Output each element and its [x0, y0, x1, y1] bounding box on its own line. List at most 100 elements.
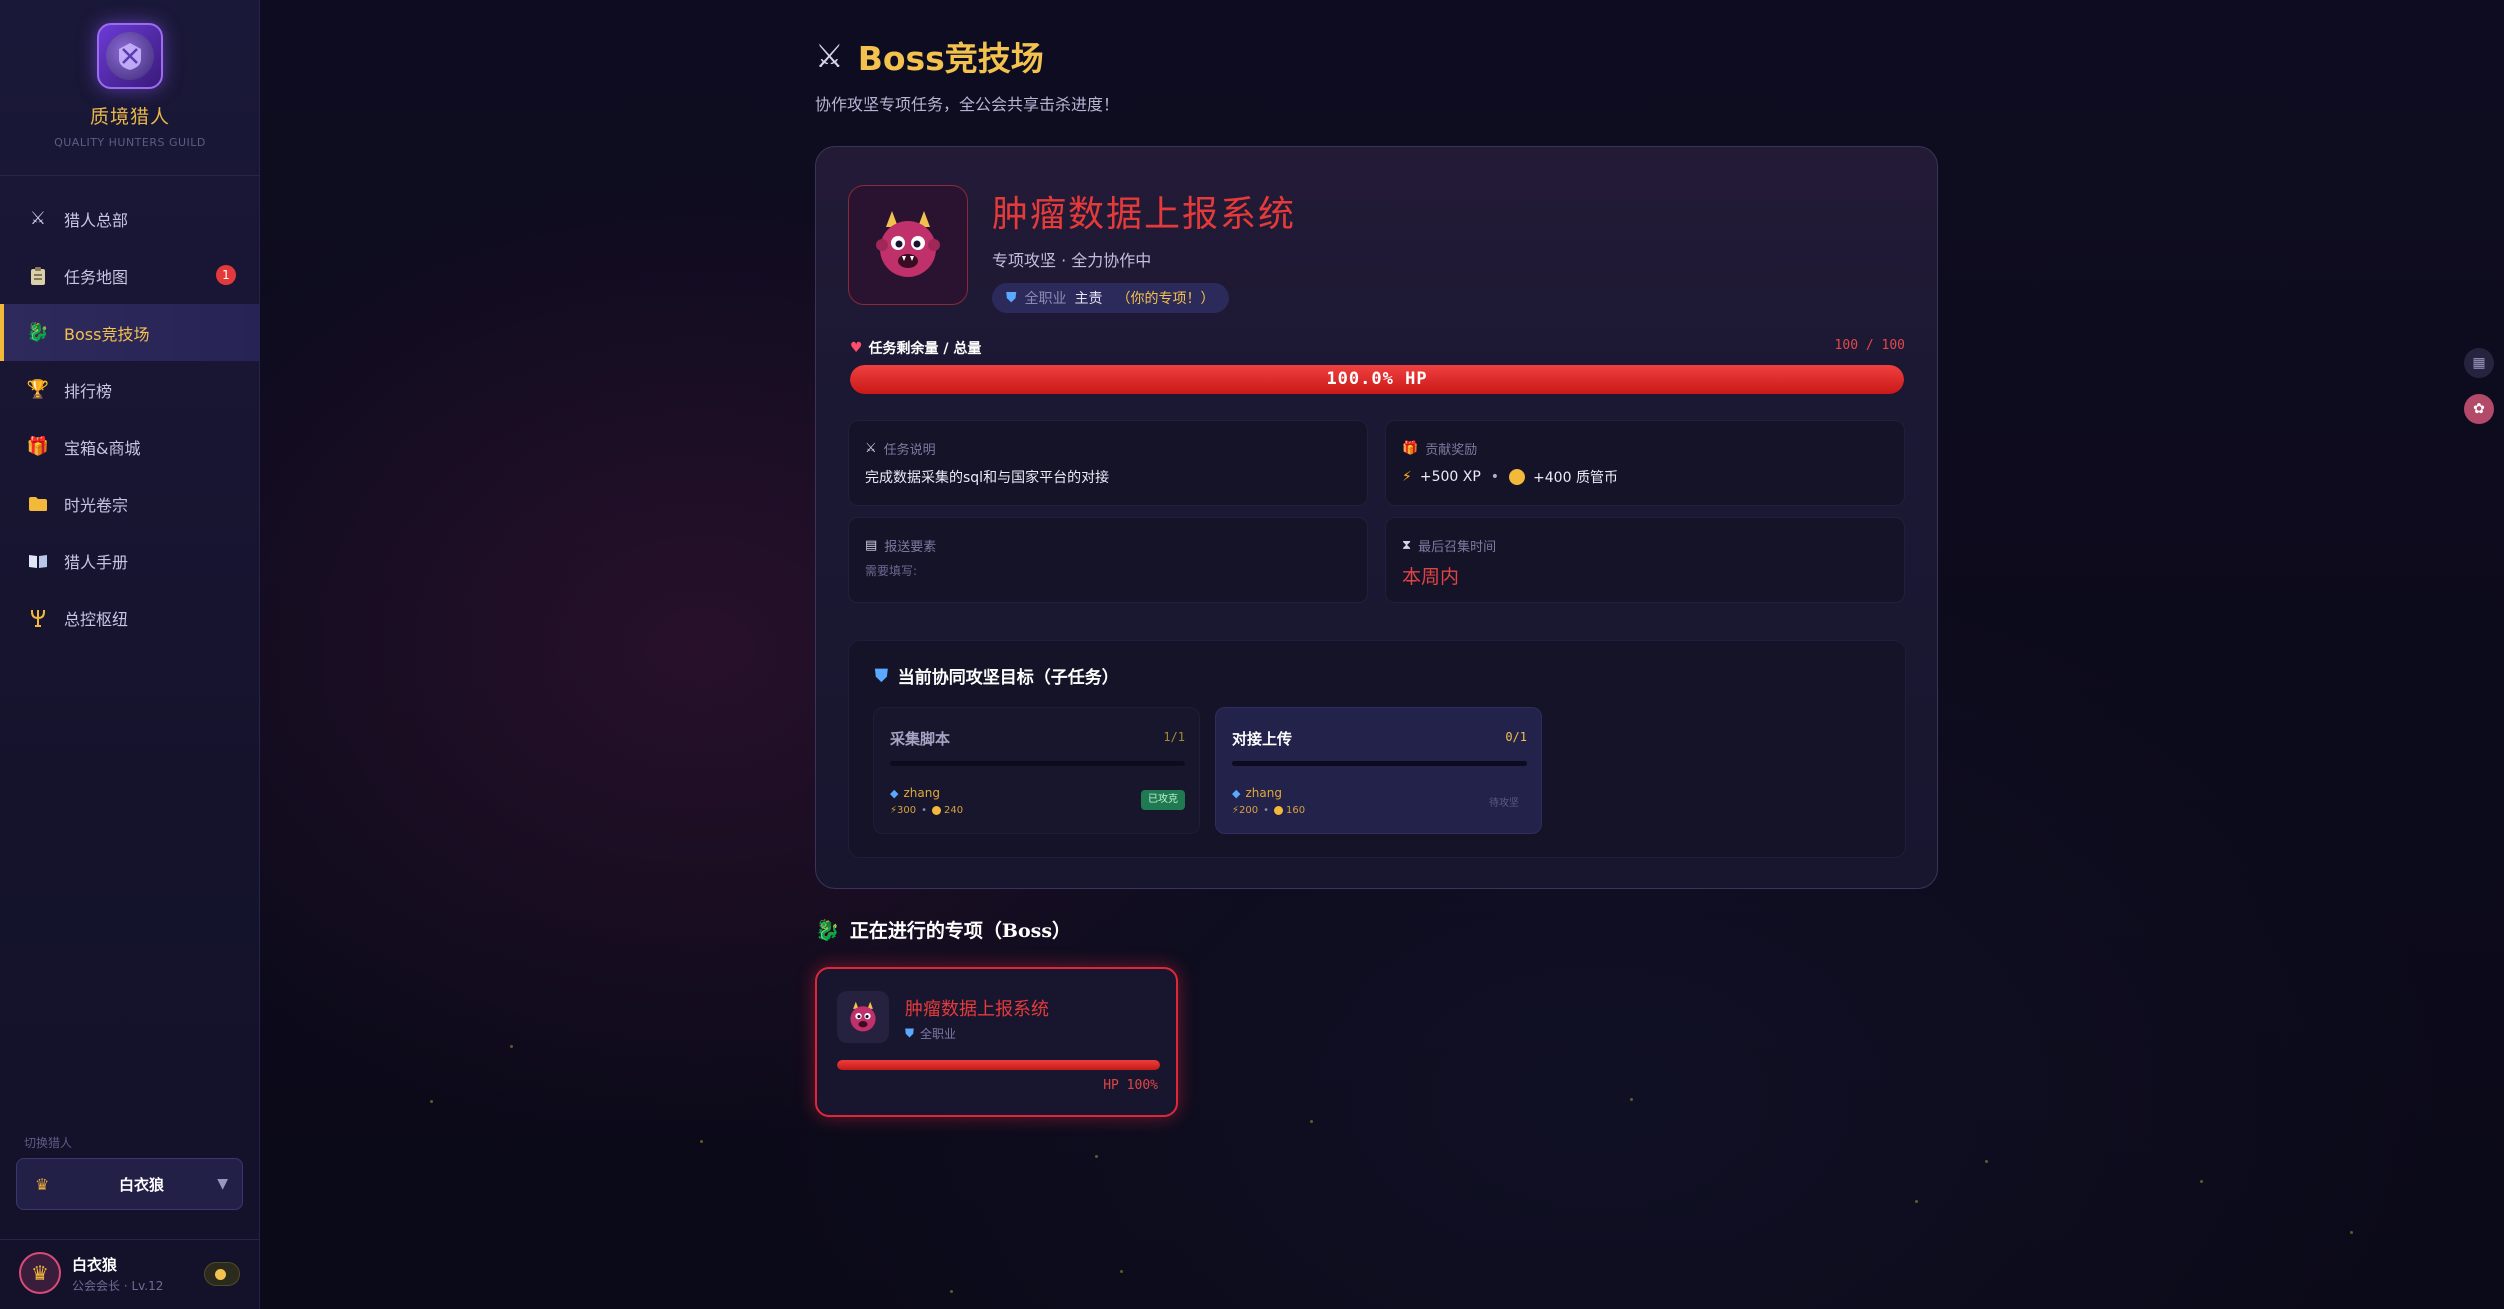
report-elements-value: 需要填写:: [865, 564, 918, 578]
boss-card-hp-text: HP 100%: [1103, 1078, 1158, 1093]
sidebar-item-label: 时光卷宗: [64, 495, 129, 515]
boss-mini-avatar: [837, 991, 889, 1043]
star: [1095, 1155, 1098, 1158]
boss-card-hp-bar: [837, 1060, 1160, 1070]
notification-badge: 1: [216, 265, 236, 285]
assistant-icon[interactable]: ✿: [2464, 394, 2494, 424]
sidebar: 质境猎人 QUALITY HUNTERS GUILD ⚔ 猎人总部 任务地图 1…: [0, 0, 260, 1309]
report-elements-card: ▤ 报送要素 需要填写:: [848, 517, 1368, 603]
reward-xp: +500 XP: [1419, 469, 1481, 485]
star: [2350, 1231, 2353, 1234]
star: [1120, 1270, 1123, 1273]
star: [430, 1100, 433, 1103]
status-label: 待攻坚: [1489, 798, 1519, 809]
boss-card-hp-fill: [837, 1060, 1160, 1070]
subtasks-section: ⛊ 当前协同攻坚目标（子任务） 采集脚本 1/1 ◆ zhang ⚡ 300 •…: [848, 640, 1906, 858]
dragon-icon: 🐉: [815, 917, 840, 942]
subtask-points: ⚡ 200 • 160: [1232, 805, 1305, 816]
clipboard-icon: ▤: [865, 538, 878, 553]
lightning-icon: ⚡: [1402, 469, 1412, 485]
theme-toggle[interactable]: [204, 1262, 240, 1286]
sidebar-item-boss-arena[interactable]: 🐉 Boss竞技场: [0, 304, 260, 361]
avatar[interactable]: ♛: [19, 1252, 61, 1294]
deadline-label: ⧗ 最后召集时间: [1402, 536, 1496, 555]
subtask-coin: 160: [1286, 805, 1306, 816]
owner-name: zhang: [1245, 786, 1282, 800]
boss-class-tag: ⛊ 全职业 主责 （你的专项！）: [992, 283, 1229, 313]
book-icon: [26, 549, 50, 573]
switch-hunter-select[interactable]: ♛ 白衣狼 ▼: [16, 1158, 243, 1210]
shield-icon: ⛊: [1006, 290, 1017, 306]
deadline-card: ⧗ 最后召集时间 本周内: [1385, 517, 1905, 603]
subtasks-title-text: 当前协同攻坚目标（子任务）: [897, 668, 1119, 688]
user-role: 公会会长 · Lv.12: [72, 1279, 164, 1293]
subtask-card[interactable]: 对接上传 0/1 ◆ zhang ⚡ 200 • 160 待攻坚: [1215, 707, 1542, 834]
task-description-value: 完成数据采集的sql和与国家平台的对接: [865, 470, 1110, 486]
label-text: 任务说明: [883, 443, 936, 458]
grid-icon[interactable]: ▦: [2464, 348, 2494, 378]
reward-card: 🎁 贡献奖励 ⚡ +500 XP • +400 质管币: [1385, 420, 1905, 506]
star: [1630, 1098, 1633, 1101]
label-text: 最后召集时间: [1418, 540, 1497, 555]
sidebar-item-leaderboard[interactable]: 🏆 排行榜: [0, 361, 260, 418]
boss-card[interactable]: 肿瘤数据上报系统 ⛊ 全职业 HP 100%: [815, 967, 1178, 1117]
sidebar-item-label: 宝箱&商城: [64, 438, 141, 458]
star: [950, 1290, 953, 1293]
reward-value: ⚡ +500 XP • +400 质管币: [1402, 467, 1618, 487]
shield-icon: ⛊: [905, 1026, 915, 1040]
label-text: 报送要素: [884, 540, 937, 555]
boss-panel: 肿瘤数据上报系统 专项攻坚 · 全力协作中 ⛊ 全职业 主责 （你的专项！） ♥…: [815, 146, 1938, 889]
task-description-label: ⚔ 任务说明: [865, 439, 936, 458]
boss-yours-label: （你的专项！）: [1116, 291, 1215, 307]
sidebar-item-label: Boss竞技场: [64, 324, 150, 344]
subtask-xp: 300: [897, 805, 917, 816]
subtask-points: ⚡ 300 • 240: [890, 805, 963, 816]
sidebar-item-label: 总控枢纽: [64, 609, 129, 629]
folder-icon: [26, 492, 50, 516]
guild-logo[interactable]: [97, 23, 163, 89]
sidebar-item-handbook[interactable]: 猎人手册: [0, 532, 260, 589]
task-description-card: ⚔ 任务说明 完成数据采集的sql和与国家平台的对接: [848, 420, 1368, 506]
ongoing-title: 正在进行的专项（Boss）: [849, 920, 1072, 942]
sidebar-item-task-map[interactable]: 任务地图 1: [0, 247, 260, 304]
dragon-icon: 🐉: [26, 322, 50, 343]
guild-subtitle: QUALITY HUNTERS GUILD: [54, 136, 206, 149]
sidebar-item-label: 排行榜: [64, 381, 113, 401]
star: [510, 1045, 513, 1048]
subtask-card[interactable]: 采集脚本 1/1 ◆ zhang ⚡ 300 • 240 已攻克: [873, 707, 1200, 834]
sidebar-item-label: 猎人手册: [64, 552, 129, 572]
boss-meta: 专项攻坚 · 全力协作中: [992, 251, 1152, 270]
ongoing-section-title: 🐉 正在进行的专项（Boss）: [815, 916, 1071, 943]
guild-emblem-icon: [106, 32, 154, 80]
gift-icon: 🎁: [26, 436, 50, 457]
owner-name: zhang: [903, 786, 940, 800]
gem-icon: ◆: [1232, 786, 1241, 800]
deadline-value: 本周内: [1402, 566, 1460, 588]
subtask-count: 0/1: [1505, 730, 1527, 744]
hourglass-icon: ⧗: [1402, 538, 1412, 553]
page-title: Boss竞技场: [857, 39, 1044, 78]
star: [1310, 1120, 1313, 1123]
boss-card-class-text: 全职业: [920, 1027, 957, 1041]
heart-icon: ♥: [850, 340, 863, 356]
coin-icon: [932, 806, 942, 815]
boss-name: 肿瘤数据上报系统: [992, 194, 1297, 235]
chevron-down-icon: ▼: [217, 1176, 228, 1192]
sidebar-item-shop[interactable]: 🎁 宝箱&商城: [0, 418, 260, 475]
separator: •: [1263, 805, 1270, 816]
sidebar-item-label: 猎人总部: [64, 210, 129, 230]
sidebar-item-archive[interactable]: 时光卷宗: [0, 475, 260, 532]
hp-bar: 100.0% HP: [850, 365, 1904, 394]
separator: •: [921, 805, 928, 816]
guild-name: 质境猎人: [89, 106, 170, 128]
subtask-name: 采集脚本: [890, 730, 951, 748]
separator: •: [1490, 469, 1500, 485]
shield-icon: ⛊: [875, 665, 888, 686]
monster-icon: [876, 211, 940, 277]
lightning-icon: ⚡: [1232, 805, 1240, 816]
subtask-progress-bar: [890, 761, 1185, 766]
crossed-swords-icon: ⚔: [29, 208, 47, 229]
sidebar-item-hq[interactable]: ⚔ 猎人总部: [0, 190, 260, 247]
sidebar-item-control-hub[interactable]: 总控枢纽: [0, 589, 260, 646]
crossed-swords-icon: ⚔: [815, 37, 844, 75]
